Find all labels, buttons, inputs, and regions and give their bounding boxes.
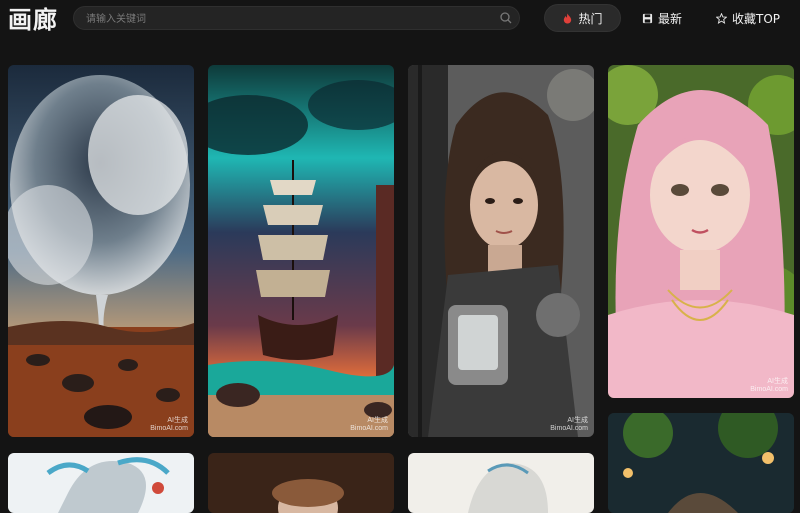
gallery-image xyxy=(408,65,594,437)
gallery-image xyxy=(8,453,194,513)
watermark: AI生成 BimoAI.com xyxy=(150,417,188,432)
watermark: AI生成 BimoAI.com xyxy=(750,378,788,393)
gallery-image xyxy=(208,65,394,437)
watermark: AI生成 BimoAI.com xyxy=(350,417,388,432)
gallery-item[interactable] xyxy=(608,413,794,513)
gallery-item[interactable] xyxy=(408,453,594,513)
gallery-item[interactable] xyxy=(208,453,394,513)
gallery-item[interactable]: AI生成 BimoAI.com xyxy=(408,65,594,437)
gallery-image xyxy=(8,65,194,437)
gallery-item[interactable]: AI生成 BimoAI.com xyxy=(208,65,394,437)
gallery-item[interactable]: AI生成 BimoAI.com xyxy=(8,65,194,437)
gallery-item[interactable] xyxy=(8,453,194,513)
watermark: AI生成 BimoAI.com xyxy=(550,417,588,432)
gallery-grid: AI生成 BimoAI.com AI生成 BimoAI.com AI生成 Bim… xyxy=(0,0,800,513)
gallery-image xyxy=(608,65,794,398)
gallery-image xyxy=(208,453,394,513)
gallery-image xyxy=(608,413,794,513)
gallery-item[interactable]: AI生成 BimoAI.com xyxy=(608,65,794,398)
gallery-image xyxy=(408,453,594,513)
